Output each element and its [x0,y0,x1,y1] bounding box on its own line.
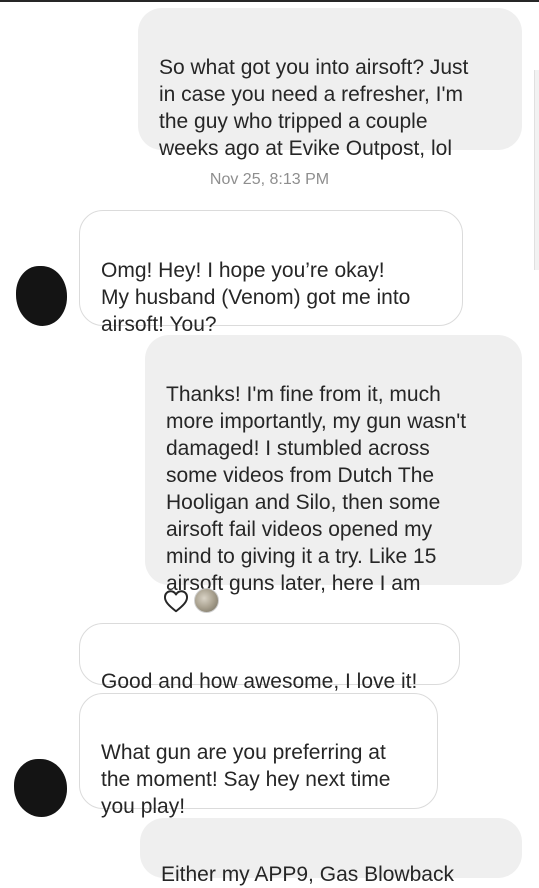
top-divider [0,0,539,2]
reactor-avatar[interactable] [194,588,219,613]
message-bubble-outgoing[interactable]: So what got you into airsoft? Just in ca… [138,8,522,160]
message-timestamp: Nov 25, 8:13 PM [209,171,330,188]
message-text: What gun are you preferring at the momen… [101,741,391,818]
message-text: Omg! Hey! I hope you’re okay! My husband… [101,259,411,336]
message-bubble-outgoing[interactable]: Thanks! I'm fine from it, much more impo… [145,335,522,595]
message-bubble-incoming[interactable]: Omg! Hey! I hope you’re okay! My husband… [79,210,463,336]
message-text: So what got you into airsoft? Just in ca… [159,56,469,160]
message-bubble-incoming[interactable]: What gun are you preferring at the momen… [79,693,438,818]
message-bubble-incoming[interactable]: Good and how awesome, I love it! [79,623,460,693]
redacted-avatar [14,759,67,817]
message-text: Good and how awesome, I love it! [101,670,418,693]
message-bubble-outgoing[interactable]: Either my APP9, Gas Blowback [140,818,522,886]
scrollbar[interactable] [534,70,539,270]
message-text: Either my APP9, Gas Blowback [161,863,454,886]
message-text: Thanks! I'm fine from it, much more impo… [166,383,467,595]
redacted-avatar [16,266,67,326]
heart-outline-icon[interactable] [163,589,189,613]
